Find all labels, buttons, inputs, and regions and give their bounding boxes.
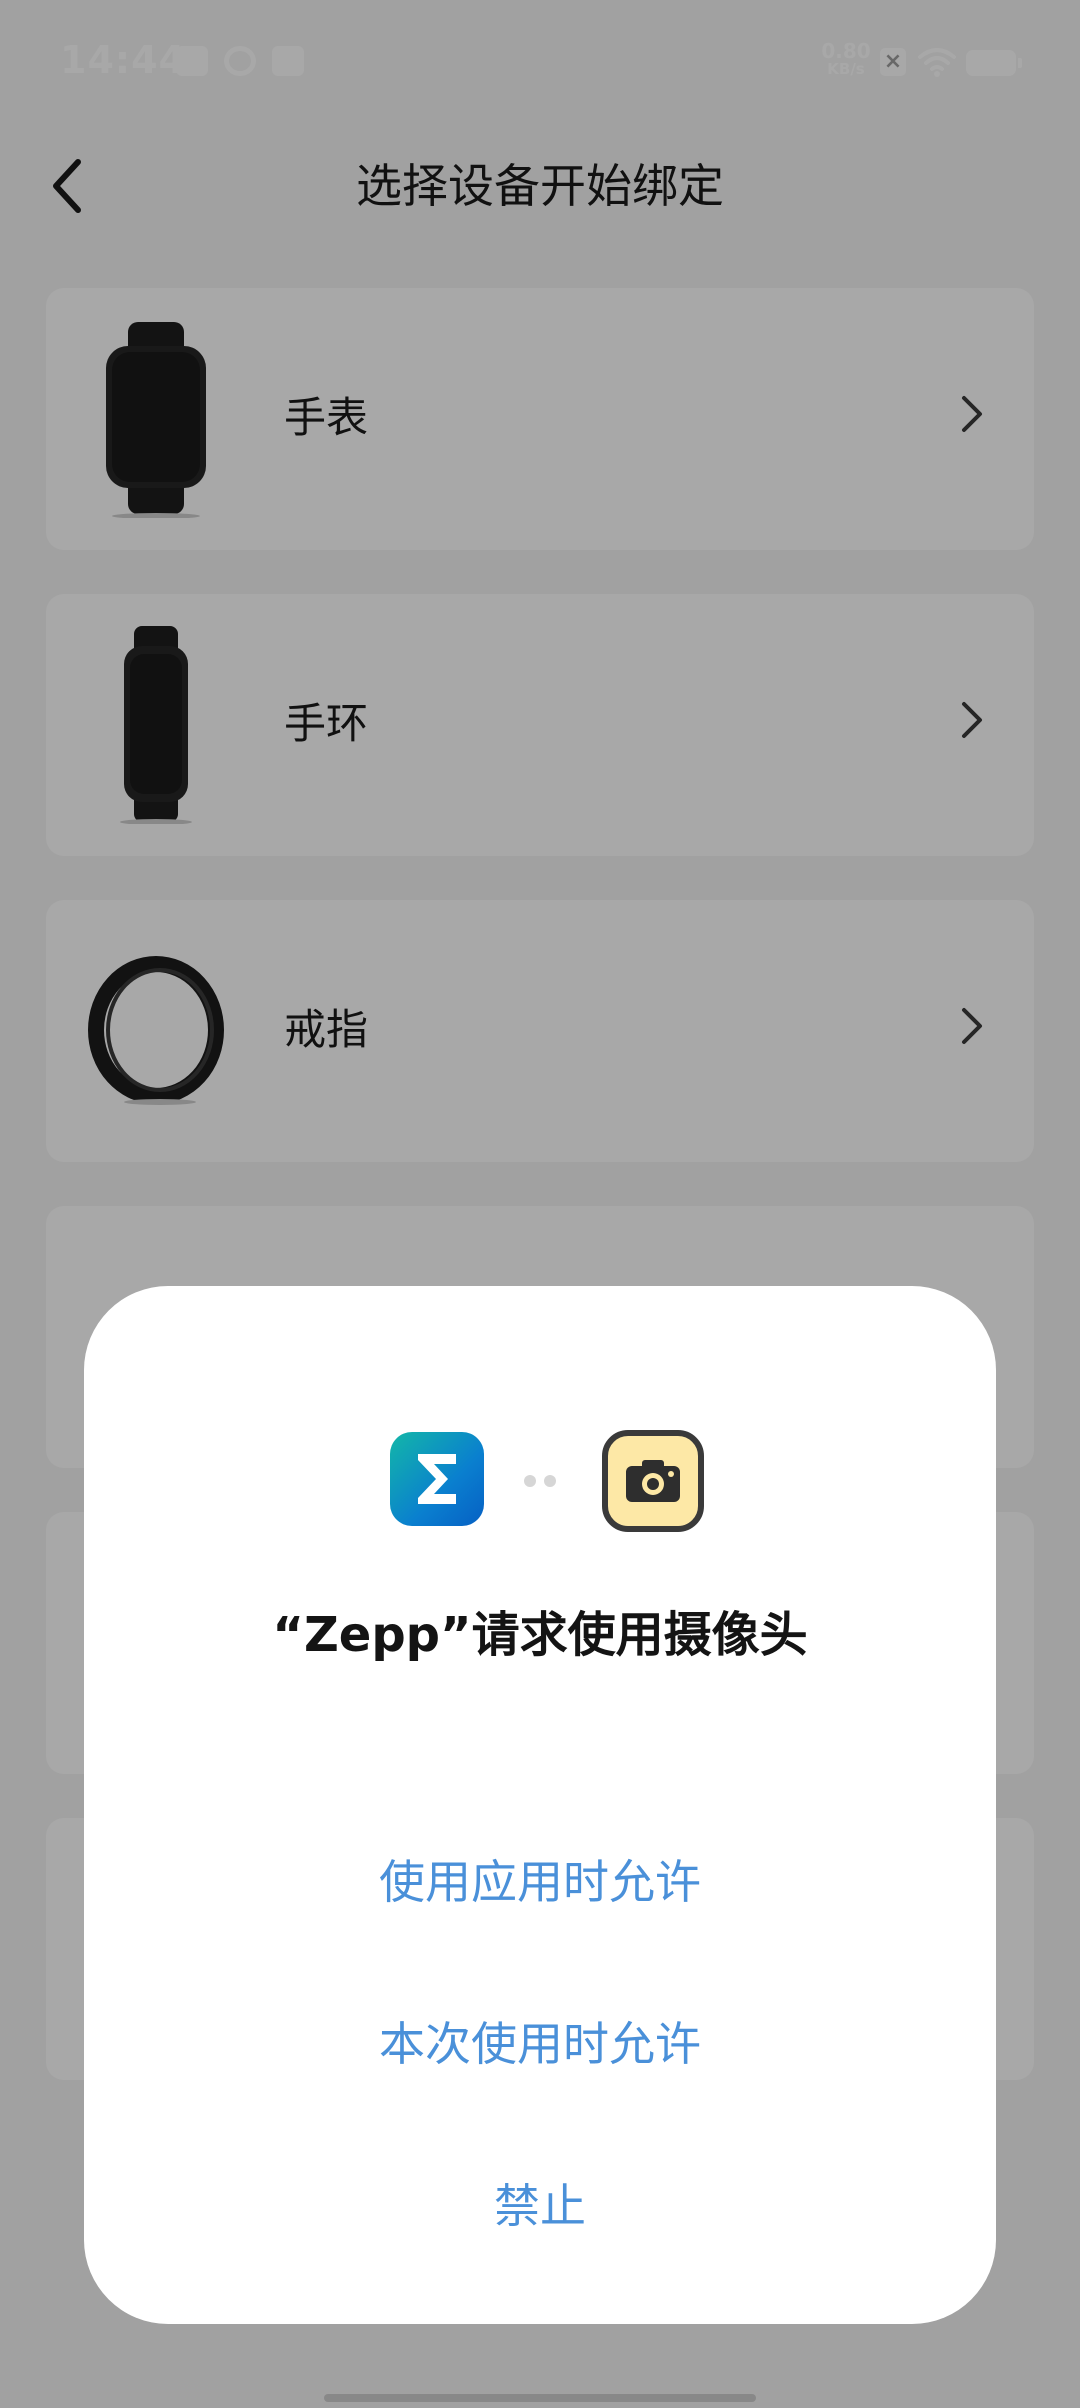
camera-icon xyxy=(602,1430,704,1532)
zepp-app-icon xyxy=(390,1432,484,1526)
allow-this-time-button[interactable]: 本次使用时允许 xyxy=(124,2004,956,2084)
camera-permission-dialog: “Zepp”请求使用摄像头 使用应用时允许 本次使用时允许 禁止 xyxy=(84,1286,996,2324)
connector-dots xyxy=(524,1472,564,1487)
dialog-icons xyxy=(84,1430,996,1532)
deny-button[interactable]: 禁止 xyxy=(124,2166,956,2246)
allow-while-using-button[interactable]: 使用应用时允许 xyxy=(124,1842,956,1922)
dialog-title: “Zepp”请求使用摄像头 xyxy=(272,1607,808,1663)
